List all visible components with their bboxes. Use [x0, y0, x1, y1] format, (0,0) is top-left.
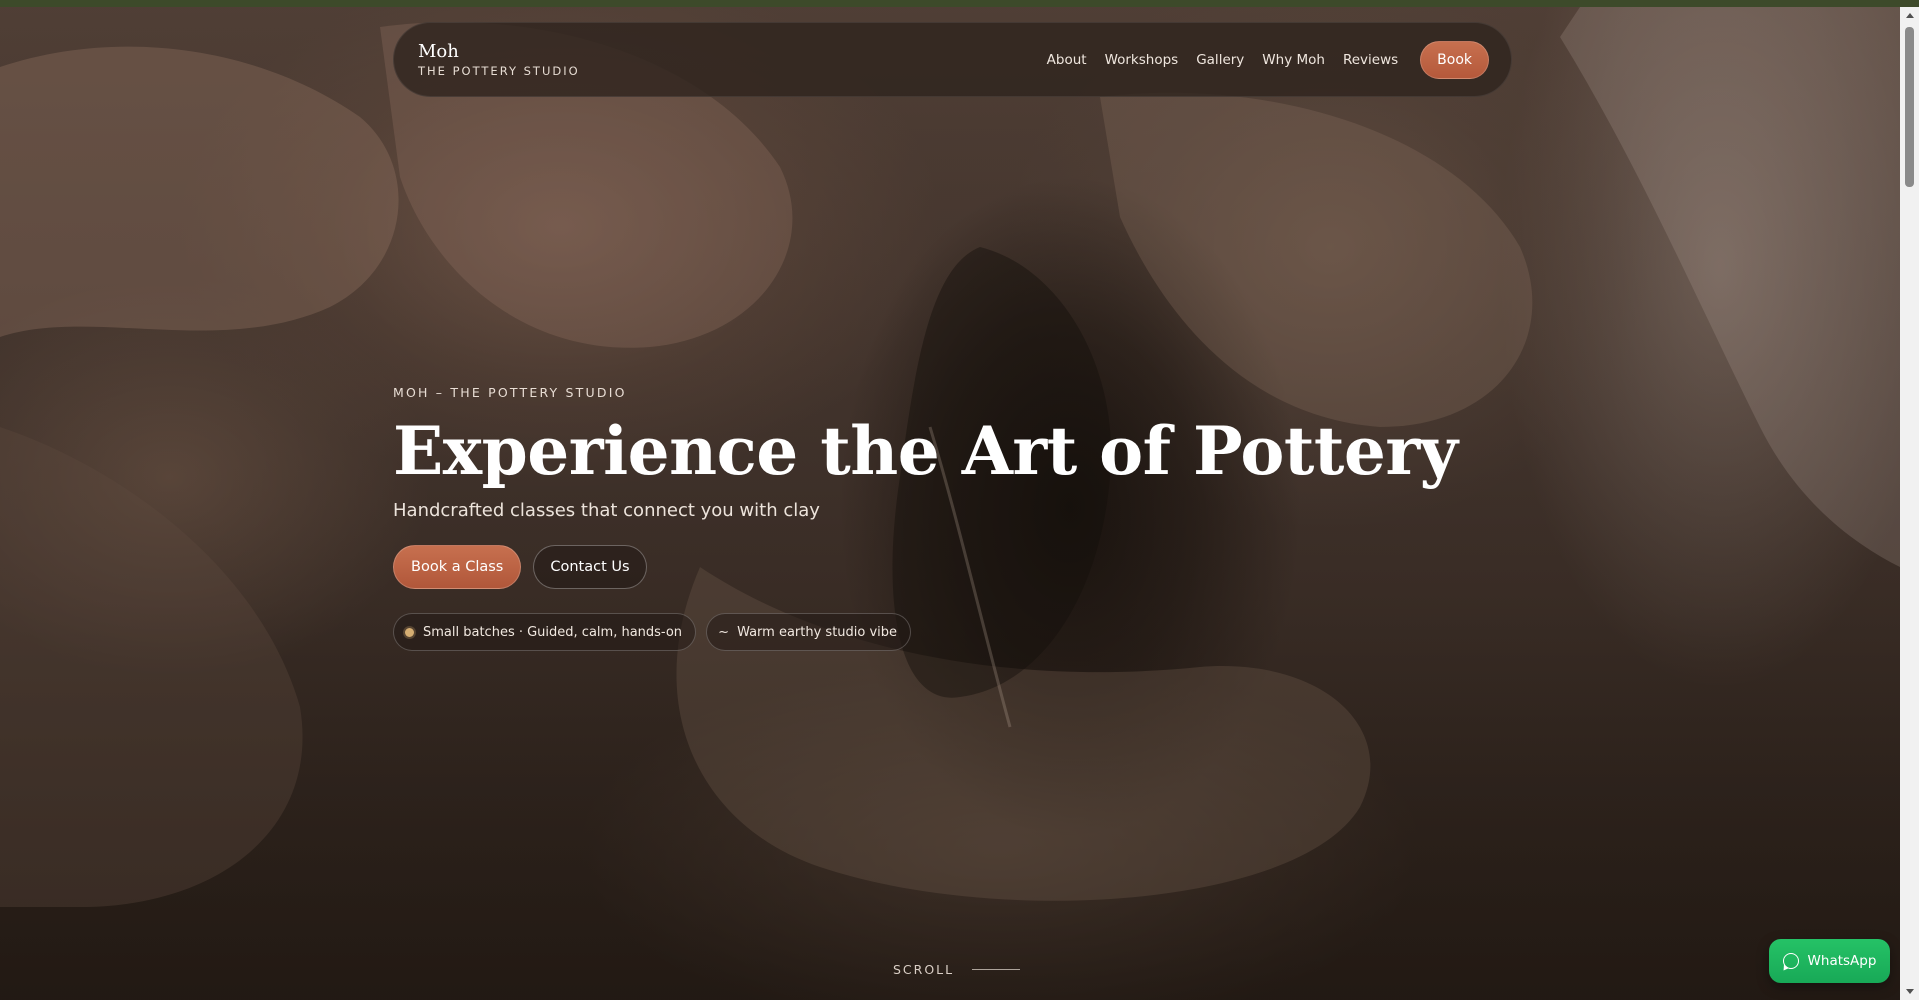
top-navbar: Moh THE POTTERY STUDIO About Workshops G…	[393, 22, 1512, 97]
feature-pill-small-batches: Small batches · Guided, calm, hands-on	[393, 613, 697, 651]
dot-icon	[405, 627, 414, 637]
cta-row: Book a Class Contact Us	[393, 545, 1458, 589]
scroll-down-arrow-icon[interactable]	[1906, 989, 1914, 994]
scroll-label: SCROLL	[893, 962, 955, 977]
nav-link-gallery[interactable]: Gallery	[1196, 52, 1244, 68]
window-top-strip	[0, 0, 1919, 7]
scrollbar-thumb[interactable]	[1905, 27, 1914, 187]
scroll-up-arrow-icon[interactable]	[1906, 13, 1914, 18]
whatsapp-button[interactable]: WhatsApp	[1769, 939, 1890, 983]
hero-eyebrow: MOH – THE POTTERY STUDIO	[393, 385, 627, 400]
feature-pill-label: Warm earthy studio vibe	[737, 624, 898, 640]
brand-subtitle: THE POTTERY STUDIO	[418, 63, 580, 78]
nav-links: About Workshops Gallery Why Moh Reviews …	[1047, 40, 1489, 79]
feature-pill-studio-vibe: ~ Warm earthy studio vibe	[706, 613, 912, 651]
page-scrollbar[interactable]	[1900, 7, 1919, 1000]
book-button[interactable]: Book	[1420, 40, 1489, 79]
scroll-line	[972, 969, 1021, 970]
nav-link-reviews[interactable]: Reviews	[1343, 52, 1398, 68]
brand-logo[interactable]: Moh THE POTTERY STUDIO	[418, 41, 580, 79]
brand-name: Moh	[418, 40, 459, 62]
feature-pill-label: Small batches · Guided, calm, hands-on	[423, 624, 683, 640]
hero-subheading: Handcrafted classes that connect you wit…	[393, 500, 820, 521]
scroll-indicator[interactable]: SCROLL	[893, 962, 1021, 977]
whatsapp-icon	[1782, 953, 1799, 969]
nav-link-workshops[interactable]: Workshops	[1105, 52, 1179, 68]
hero-content: MOH – THE POTTERY STUDIO Experience the …	[393, 385, 1458, 651]
feature-pills: Small batches · Guided, calm, hands-on ~…	[393, 613, 1458, 651]
nav-link-why-moh[interactable]: Why Moh	[1262, 52, 1325, 68]
whatsapp-label: WhatsApp	[1807, 953, 1877, 969]
tilde-icon: ~	[718, 624, 729, 640]
nav-link-about[interactable]: About	[1047, 52, 1087, 68]
book-a-class-button[interactable]: Book a Class	[393, 545, 522, 589]
contact-us-button[interactable]: Contact Us	[533, 545, 647, 589]
hero-headline: Experience the Art of Pottery	[393, 412, 1458, 490]
